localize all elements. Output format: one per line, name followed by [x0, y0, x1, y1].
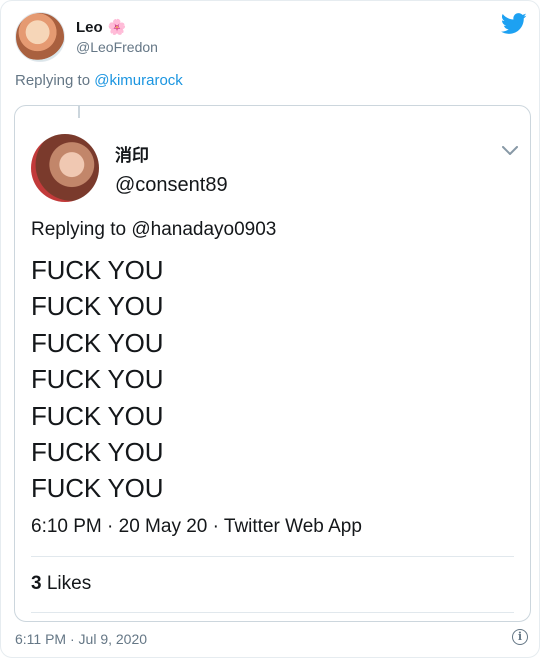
- quoted-replying-to: Replying to @hanadayo0903: [31, 219, 276, 241]
- quoted-avatar[interactable]: [31, 134, 99, 202]
- likes-number: 3: [31, 573, 42, 594]
- replying-prefix: Replying to: [15, 72, 95, 89]
- quoted-author-name[interactable]: 消印: [115, 141, 149, 166]
- tweet-text-line: FUCK YOU: [31, 291, 164, 322]
- quoted-author-handle[interactable]: @consent89: [115, 174, 228, 197]
- author-handle[interactable]: @LeoFredon: [76, 38, 158, 56]
- info-icon[interactable]: i: [512, 629, 528, 645]
- chevron-down-icon[interactable]: [502, 146, 518, 156]
- likes-label: Likes: [41, 573, 92, 594]
- tweet-text-line: FUCK YOU: [31, 473, 164, 504]
- replying-to: Replying to @kimurarock: [15, 72, 183, 89]
- avatar[interactable]: [15, 12, 65, 62]
- likes-count[interactable]: 3 Likes: [31, 573, 91, 595]
- divider: [31, 612, 514, 613]
- tweet-text-line: FUCK YOU: [31, 364, 164, 395]
- divider: [31, 556, 514, 557]
- tweet-card: Leo 🌸 @LeoFredon Replying to @kimurarock…: [0, 0, 540, 658]
- tweet-text-line: FUCK YOU: [31, 255, 164, 285]
- quoted-replying-prefix: Replying to: [31, 219, 132, 240]
- author-name-row[interactable]: Leo 🌸: [76, 18, 158, 38]
- tweet-text-line: FUCK YOU: [31, 327, 164, 358]
- replying-handle-link[interactable]: @kimurarock: [94, 72, 183, 89]
- tweet-timestamp[interactable]: 6:11 PM · Jul 9, 2020: [15, 631, 147, 647]
- thread-line: [78, 106, 80, 118]
- quoted-timestamp[interactable]: 6:10 PM · 20 May 20 · Twitter Web App: [31, 516, 362, 538]
- author-text: Leo 🌸 @LeoFredon: [76, 18, 158, 56]
- twitter-bird-icon[interactable]: [501, 13, 527, 35]
- quoted-tweet-text: FUCK YOU FUCK YOU FUCK YOU FUCK YOU FUCK…: [31, 252, 163, 507]
- tweet-text-line: FUCK YOU: [31, 437, 164, 468]
- author-name[interactable]: Leo: [76, 18, 103, 38]
- quoted-tweet-card[interactable]: 消印 @consent89 Replying to @hanadayo0903 …: [14, 105, 531, 622]
- flower-icon: 🌸: [107, 19, 127, 36]
- quoted-replying-handle[interactable]: @hanadayo0903: [131, 219, 276, 240]
- tweet-author[interactable]: Leo 🌸 @LeoFredon: [15, 12, 158, 62]
- tweet-text-line: FUCK YOU: [31, 400, 164, 431]
